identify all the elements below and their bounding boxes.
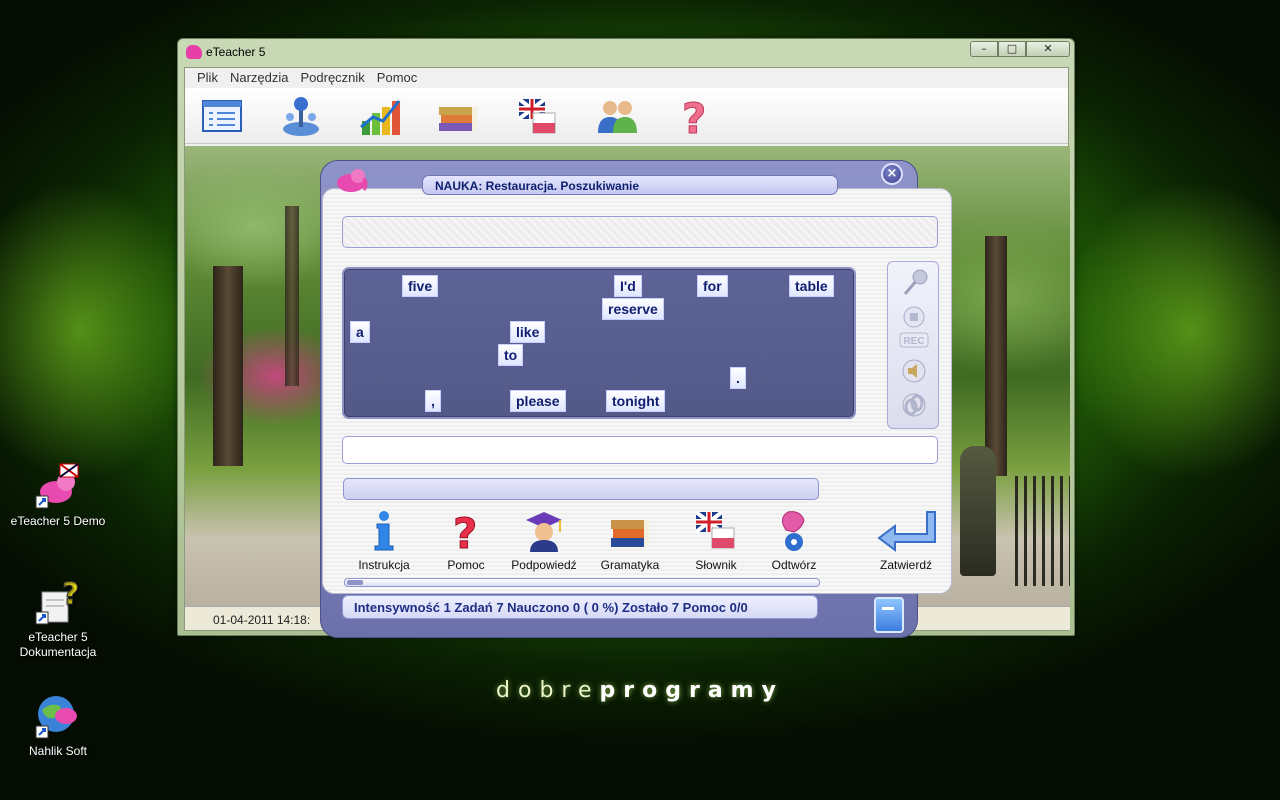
users-icon[interactable] bbox=[594, 93, 640, 139]
exit-door-icon[interactable] bbox=[874, 597, 904, 633]
podpowiedz-button[interactable]: Podpowiedź bbox=[504, 508, 584, 572]
menu-podrecznik[interactable]: Podręcznik bbox=[294, 68, 370, 88]
desktop-icon-eteacher-docs[interactable]: ? eTeacher 5 Dokumentacja bbox=[3, 577, 113, 660]
lessons-list-icon[interactable] bbox=[199, 93, 245, 139]
pomoc-button[interactable]: ? Pomoc bbox=[426, 508, 506, 573]
elephant-flag-icon bbox=[34, 462, 82, 510]
svg-text:?: ? bbox=[62, 578, 79, 612]
word-tile[interactable]: like bbox=[510, 321, 546, 343]
word-tile[interactable]: please bbox=[510, 390, 566, 412]
desktop-icon-eteacher-demo[interactable]: eTeacher 5 Demo bbox=[3, 462, 113, 528]
answer-display bbox=[342, 216, 938, 248]
word-tile[interactable]: tonight bbox=[606, 390, 666, 412]
enter-arrow-icon bbox=[875, 508, 937, 552]
word-tile[interactable]: for bbox=[697, 275, 728, 297]
flag-dictionary-icon bbox=[694, 508, 738, 552]
action-label: Odtwórz bbox=[771, 558, 817, 572]
svg-text:?: ? bbox=[453, 509, 477, 552]
help-icon[interactable]: ? bbox=[673, 93, 719, 143]
action-label: Podpowiedź bbox=[511, 558, 577, 572]
action-bar: Instrukcja ? Pomoc Podpowiedź Gramatyka … bbox=[342, 508, 942, 576]
tree-trunk bbox=[985, 236, 1007, 476]
action-label: Instrukcja bbox=[358, 558, 410, 572]
dialog-close-button[interactable]: × bbox=[881, 163, 903, 185]
speaker-icon[interactable] bbox=[899, 356, 929, 386]
flag-dictionary-icon[interactable] bbox=[515, 93, 561, 139]
action-label: Pomoc bbox=[447, 558, 485, 572]
lesson-status: Intensywność 1 Zadań 7 Nauczono 0 ( 0 %)… bbox=[342, 595, 818, 619]
minimize-button[interactable]: – bbox=[970, 41, 998, 57]
menu-narzedzia[interactable]: Narzędzia bbox=[224, 68, 295, 88]
link-icon[interactable] bbox=[899, 390, 929, 420]
window-titlebar[interactable]: eTeacher 5 – □ ✕ bbox=[178, 39, 1074, 65]
dialog-title: NAUKA: Restauracja. Poszukiwanie bbox=[422, 175, 838, 195]
maximize-button[interactable]: □ bbox=[998, 41, 1026, 57]
joystick-icon[interactable] bbox=[278, 93, 324, 139]
elephant-logo-icon bbox=[334, 166, 368, 194]
desktop-icon-label: eTeacher 5 Dokumentacja bbox=[19, 630, 97, 659]
help-document-icon: ? bbox=[34, 577, 82, 626]
close-button[interactable]: ✕ bbox=[1026, 41, 1070, 57]
word-tile[interactable]: a bbox=[350, 321, 370, 343]
word-tile[interactable]: five bbox=[402, 275, 439, 297]
lesson-dialog: NAUKA: Restauracja. Poszukiwanie × five … bbox=[320, 160, 954, 638]
progress-knob bbox=[347, 580, 363, 585]
chart-icon[interactable] bbox=[357, 93, 403, 139]
progress-bar bbox=[344, 578, 820, 587]
fence bbox=[1015, 476, 1070, 586]
word-tile[interactable]: to bbox=[498, 344, 524, 366]
desktop-icon-label: eTeacher 5 Demo bbox=[10, 514, 106, 528]
stop-icon[interactable] bbox=[899, 302, 929, 332]
word-board: five I'd for table reserve a like to . ,… bbox=[342, 267, 856, 419]
odtworz-button[interactable]: Odtwórz bbox=[754, 508, 834, 572]
microphone-icon[interactable] bbox=[899, 268, 929, 298]
person-figure bbox=[960, 446, 996, 576]
action-label: Słownik bbox=[695, 558, 737, 572]
action-label: Gramatyka bbox=[600, 558, 660, 572]
menu-bar: Plik Narzędzia Podręcznik Pomoc bbox=[185, 68, 1068, 88]
slownik-button[interactable]: Słownik bbox=[676, 508, 756, 572]
menu-pomoc[interactable]: Pomoc bbox=[371, 68, 423, 88]
svg-text:?: ? bbox=[682, 94, 706, 139]
word-tile[interactable]: reserve bbox=[602, 298, 664, 320]
toolbar: ? bbox=[185, 88, 1068, 144]
status-datetime: 01-04-2011 14:18: bbox=[213, 613, 311, 627]
gramophone-icon bbox=[772, 508, 816, 552]
answer-input[interactable] bbox=[342, 436, 938, 464]
menu-plik[interactable]: Plik bbox=[191, 68, 224, 88]
books-icon[interactable] bbox=[436, 93, 482, 139]
word-tile[interactable]: I'd bbox=[614, 275, 642, 297]
rec-icon[interactable]: REC bbox=[899, 332, 929, 348]
desktop-glow-right bbox=[1060, 180, 1280, 480]
word-tile[interactable]: table bbox=[789, 275, 834, 297]
desktop-glow-left bbox=[0, 180, 200, 480]
hint-field bbox=[343, 478, 819, 500]
instrukcja-button[interactable]: Instrukcja bbox=[344, 508, 424, 572]
wallpaper-brand: dobreprogramy bbox=[0, 678, 1280, 703]
gramatyka-button[interactable]: Gramatyka bbox=[590, 508, 670, 572]
window-title: eTeacher 5 bbox=[206, 45, 266, 59]
tree-trunk bbox=[285, 206, 299, 386]
confirm-button[interactable]: Zatwierdź bbox=[868, 508, 944, 572]
app-icon bbox=[186, 45, 202, 59]
audio-panel: REC bbox=[887, 261, 939, 429]
word-tile[interactable]: , bbox=[425, 390, 441, 412]
help-icon: ? bbox=[444, 508, 488, 559]
brand-bold: programy bbox=[599, 678, 784, 703]
graduate-icon bbox=[522, 508, 566, 552]
info-icon bbox=[362, 508, 406, 552]
brand-light: dobre bbox=[496, 678, 600, 703]
word-tile[interactable]: . bbox=[730, 367, 746, 389]
desktop-icon-label: Nahlik Soft bbox=[28, 744, 88, 758]
rec-label: REC bbox=[903, 336, 924, 347]
tree-trunk bbox=[213, 266, 243, 466]
books-icon bbox=[608, 508, 652, 552]
action-label: Zatwierdź bbox=[879, 558, 932, 572]
